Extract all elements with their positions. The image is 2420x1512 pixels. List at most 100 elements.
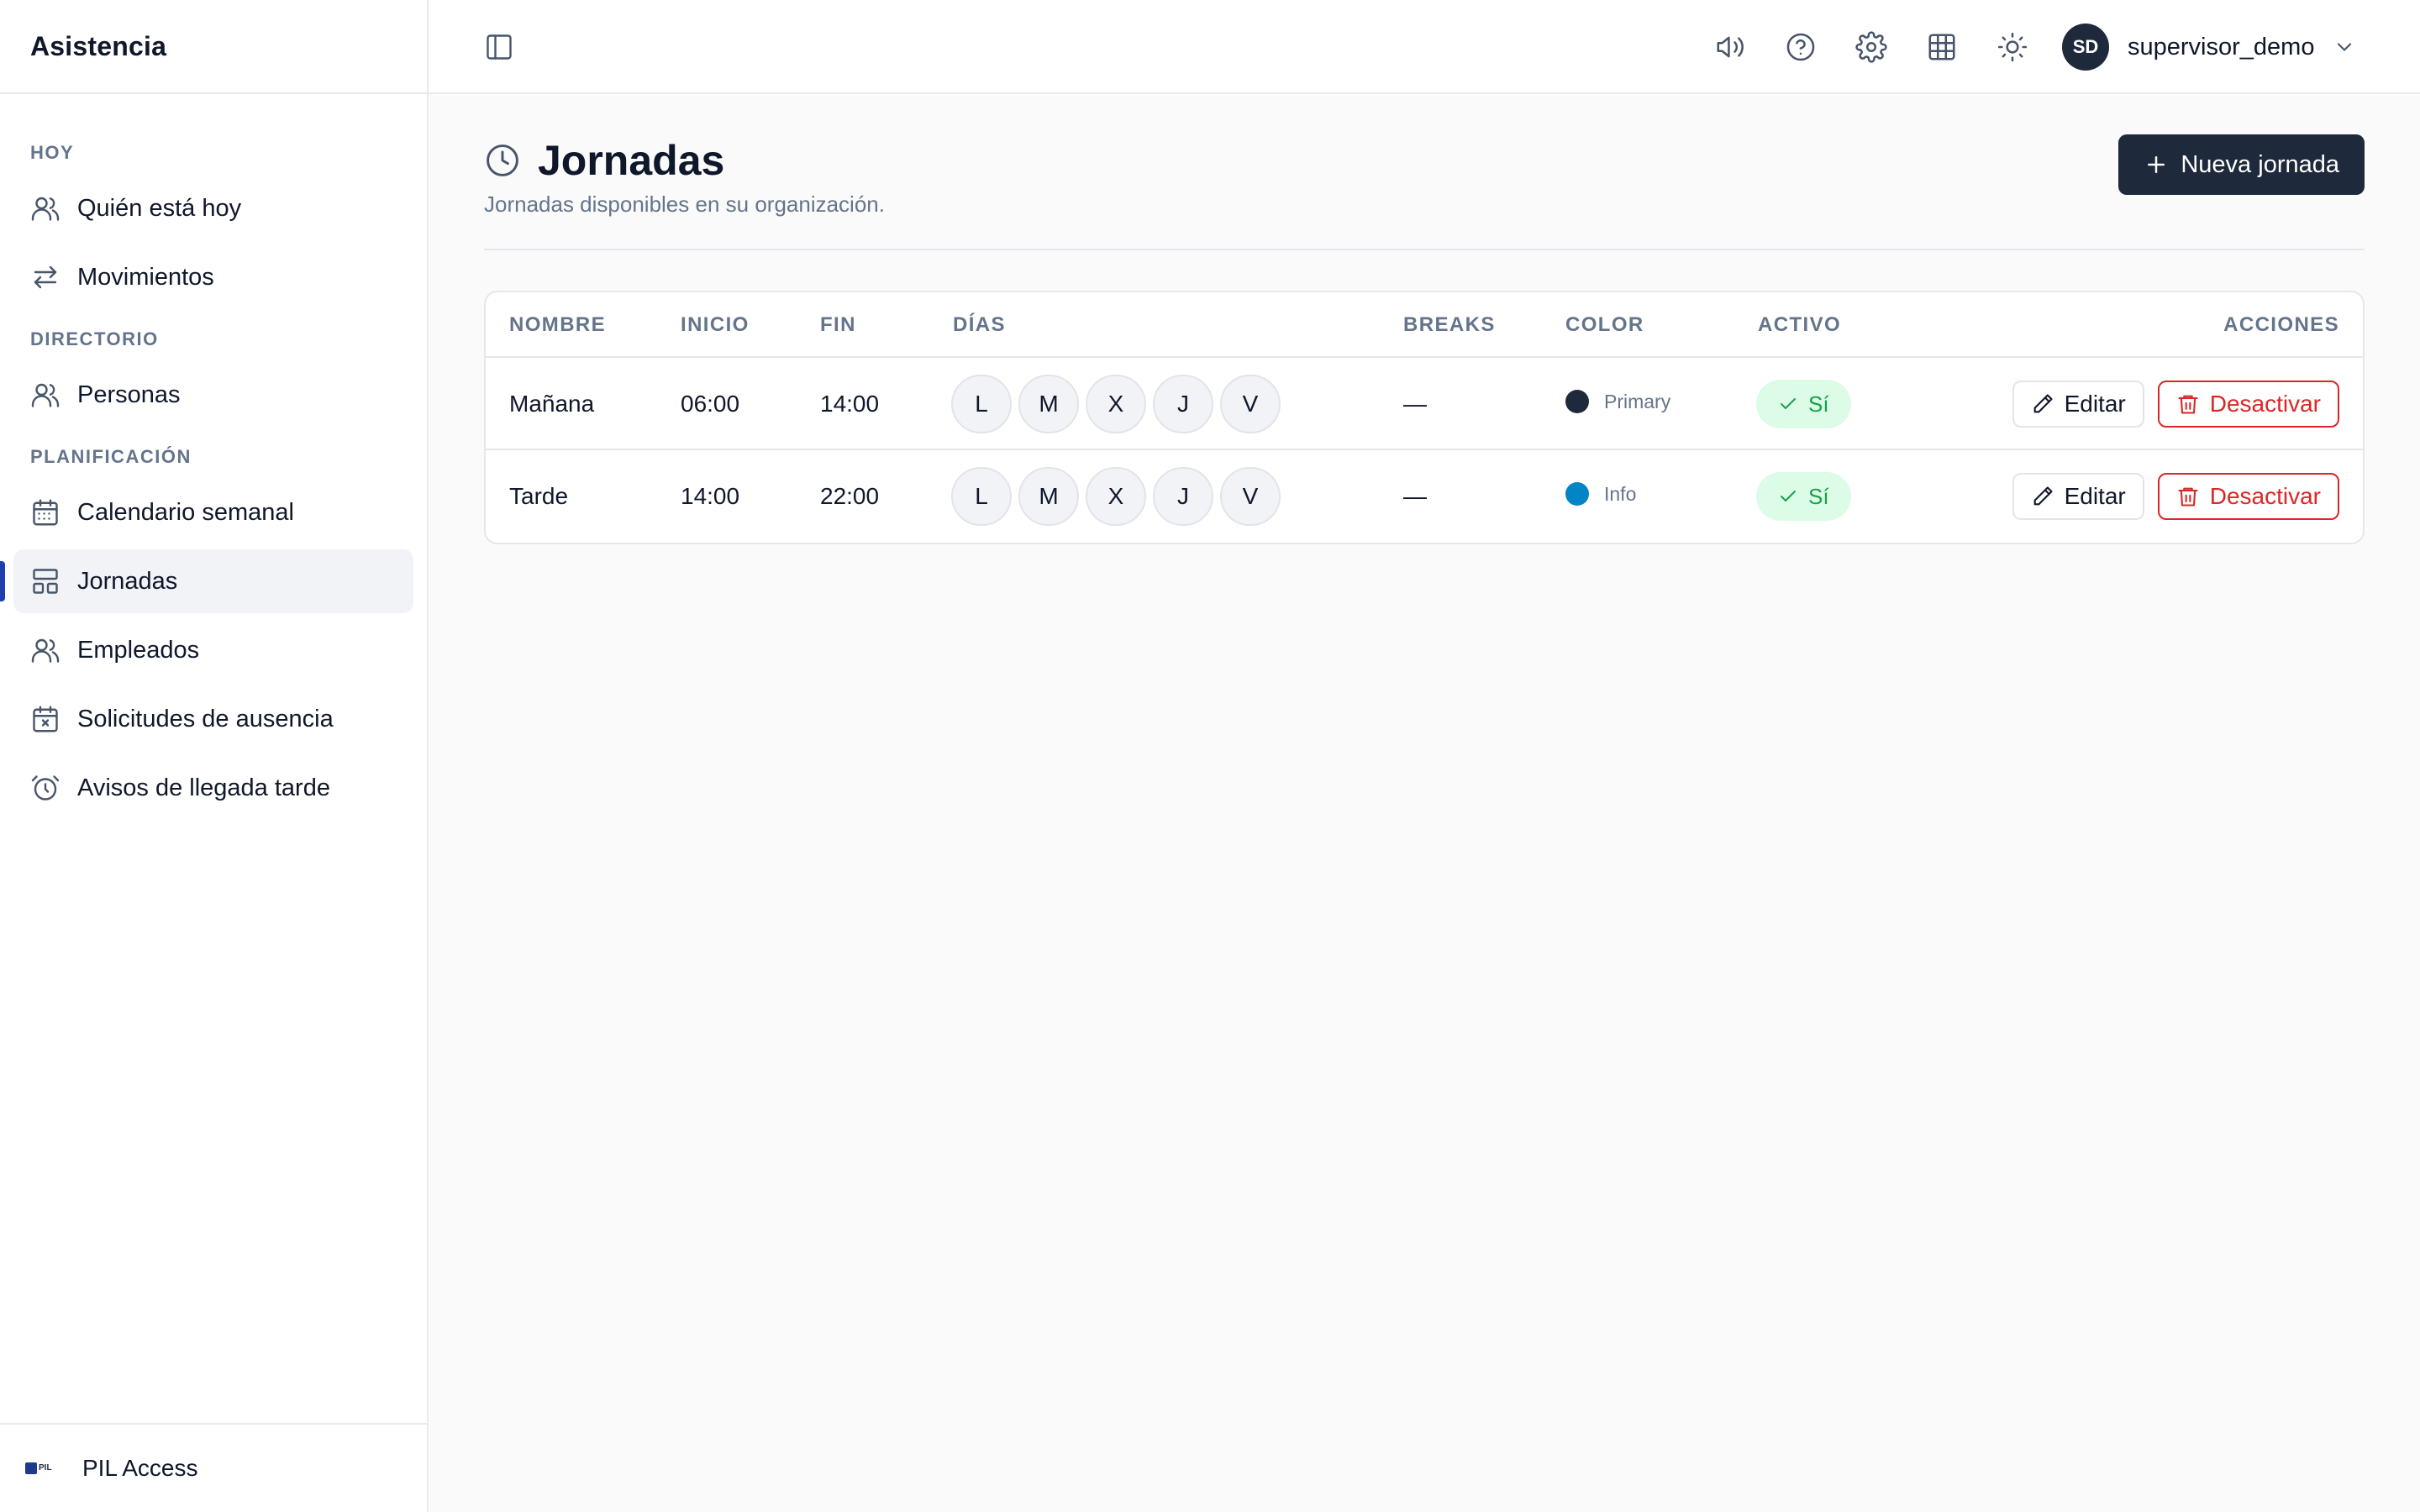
status-label: Sí xyxy=(1808,391,1829,417)
page-header: Jornadas Jornadas disponibles en su orga… xyxy=(484,94,2365,250)
column-header-dias: DÍAS xyxy=(953,313,1006,336)
cell-color: Info xyxy=(1565,450,1636,543)
pencil-icon xyxy=(2031,485,2054,508)
organization-name: PIL Access xyxy=(82,1455,198,1481)
app-title: Asistencia xyxy=(30,30,167,61)
pencil-icon xyxy=(2031,392,2054,416)
page-title: Jornadas xyxy=(538,137,725,184)
day-pill: J xyxy=(1153,375,1213,433)
help-icon[interactable] xyxy=(1785,31,1817,63)
calendar-x-icon xyxy=(30,704,60,734)
cell-inicio: 06:00 xyxy=(681,391,740,417)
cell-dias: L M X J V xyxy=(951,450,1281,543)
new-jornada-label: Nueva jornada xyxy=(2181,150,2339,178)
nav-section-directorio: DIRECTORIO Personas xyxy=(0,318,427,427)
table-row: Tarde 14:00 22:00 L M X J V — Info Sí Ed… xyxy=(486,450,2363,543)
edit-button[interactable]: Editar xyxy=(2012,381,2144,428)
cell-nombre: Mañana xyxy=(509,391,595,417)
table-header: NOMBRE INICIO FIN DÍAS BREAKS COLOR ACTI… xyxy=(486,292,2363,358)
section-title: DIRECTORIO xyxy=(30,328,159,349)
status-label: Sí xyxy=(1808,483,1829,509)
sidebar-item-solicitudes-de-ausencia[interactable]: Solicitudes de ausencia xyxy=(13,687,413,751)
cell-fin: 14:00 xyxy=(820,391,880,417)
status-badge: Sí xyxy=(1756,380,1851,428)
cell-acciones: Editar Desactivar xyxy=(2012,358,2339,450)
sidebar-nav: HOY Quién está hoy Movimientos DIRECTORI… xyxy=(0,94,427,820)
column-header-inicio: INICIO xyxy=(681,313,750,336)
sidebar-footer[interactable]: PIL PIL Access xyxy=(0,1423,427,1512)
avatar: SD xyxy=(2062,24,2109,71)
sidebar-item-label: Movimientos xyxy=(77,263,214,291)
column-header-acciones: ACCIONES xyxy=(2223,313,2339,336)
edit-label: Editar xyxy=(2064,483,2126,509)
sidebar-item-label: Quién está hoy xyxy=(77,194,242,222)
color-swatch xyxy=(1565,390,1589,413)
table-row: Mañana 06:00 14:00 L M X J V — Primary S… xyxy=(486,358,2363,450)
cell-acciones: Editar Desactivar xyxy=(2012,450,2339,543)
sidebar-item-movimientos[interactable]: Movimientos xyxy=(13,245,413,309)
deactivate-button[interactable]: Desactivar xyxy=(2157,381,2339,428)
new-jornada-button[interactable]: Nueva jornada xyxy=(2118,134,2365,195)
edit-label: Editar xyxy=(2064,391,2126,417)
chevron-down-icon xyxy=(2333,35,2356,59)
main-content: Jornadas Jornadas disponibles en su orga… xyxy=(429,94,2420,1512)
check-icon xyxy=(1778,486,1798,507)
day-pill: L xyxy=(951,467,1012,526)
cell-activo: Sí xyxy=(1756,358,1851,450)
alarm-clock-icon xyxy=(30,773,60,803)
cell-nombre: Tarde xyxy=(509,483,569,509)
deactivate-label: Desactivar xyxy=(2209,483,2321,509)
user-menu[interactable]: SD supervisor_demo xyxy=(2062,24,2356,71)
sidebar-item-label: Avisos de llegada tarde xyxy=(77,774,330,801)
sidebar: Asistencia HOY Quién está hoy Movimiento… xyxy=(0,0,429,1512)
nav-section-planificacion: PLANIFICACIÓN Calendario semanal Jornada… xyxy=(0,435,427,820)
color-label: Info xyxy=(1604,482,1637,505)
check-icon xyxy=(1778,394,1798,414)
edit-button[interactable]: Editar xyxy=(2012,473,2144,520)
trash-icon xyxy=(2176,392,2200,416)
clock-icon xyxy=(484,142,521,179)
day-pill: L xyxy=(951,375,1012,433)
nav-section-hoy: HOY Quién está hoy Movimientos xyxy=(0,131,427,309)
jornadas-table: NOMBRE INICIO FIN DÍAS BREAKS COLOR ACTI… xyxy=(484,291,2365,544)
sun-icon[interactable] xyxy=(1996,31,2028,63)
deactivate-label: Desactivar xyxy=(2209,391,2321,417)
sidebar-header: Asistencia xyxy=(0,0,427,94)
organization-logo: PIL xyxy=(25,1458,57,1478)
day-pill: V xyxy=(1220,375,1281,433)
cell-breaks: — xyxy=(1403,483,1427,509)
section-title: PLANIFICACIÓN xyxy=(30,446,192,467)
sidebar-item-jornadas[interactable]: Jornadas xyxy=(0,549,413,613)
column-header-nombre: NOMBRE xyxy=(509,313,607,336)
sidebar-item-label: Jornadas xyxy=(77,567,178,595)
day-pill: J xyxy=(1153,467,1213,526)
column-header-breaks: BREAKS xyxy=(1403,313,1496,336)
top-bar: SD supervisor_demo xyxy=(429,0,2420,94)
day-pill: X xyxy=(1086,467,1146,526)
sidebar-item-avisos-de-llegada-tarde[interactable]: Avisos de llegada tarde xyxy=(13,756,413,820)
cell-activo: Sí xyxy=(1756,450,1851,543)
plus-icon xyxy=(2144,152,2169,177)
section-title: HOY xyxy=(30,142,75,163)
sidebar-item-empleados[interactable]: Empleados xyxy=(13,618,413,682)
column-header-activo: ACTIVO xyxy=(1758,313,1842,336)
deactivate-button[interactable]: Desactivar xyxy=(2157,473,2339,520)
cell-color: Primary xyxy=(1565,358,1670,450)
color-label: Primary xyxy=(1604,390,1671,412)
sidebar-toggle-icon[interactable] xyxy=(484,32,514,62)
calendar-icon xyxy=(30,497,60,528)
grid-icon[interactable] xyxy=(1926,31,1958,63)
layout-icon xyxy=(30,566,60,596)
trash-icon xyxy=(2176,485,2200,508)
cell-inicio: 14:00 xyxy=(681,483,740,509)
sidebar-item-calendario-semanal[interactable]: Calendario semanal xyxy=(13,480,413,544)
users-icon xyxy=(30,380,60,410)
sidebar-item-personas[interactable]: Personas xyxy=(13,363,413,427)
sidebar-item-label: Empleados xyxy=(77,636,200,664)
cell-breaks: — xyxy=(1403,391,1427,417)
sidebar-item-quien-esta-hoy[interactable]: Quién está hoy xyxy=(13,176,413,240)
page-subtitle: Jornadas disponibles en su organización. xyxy=(484,192,885,217)
settings-icon[interactable] xyxy=(1855,31,1887,63)
users-icon xyxy=(30,193,60,223)
megaphone-icon[interactable] xyxy=(1714,31,1746,63)
